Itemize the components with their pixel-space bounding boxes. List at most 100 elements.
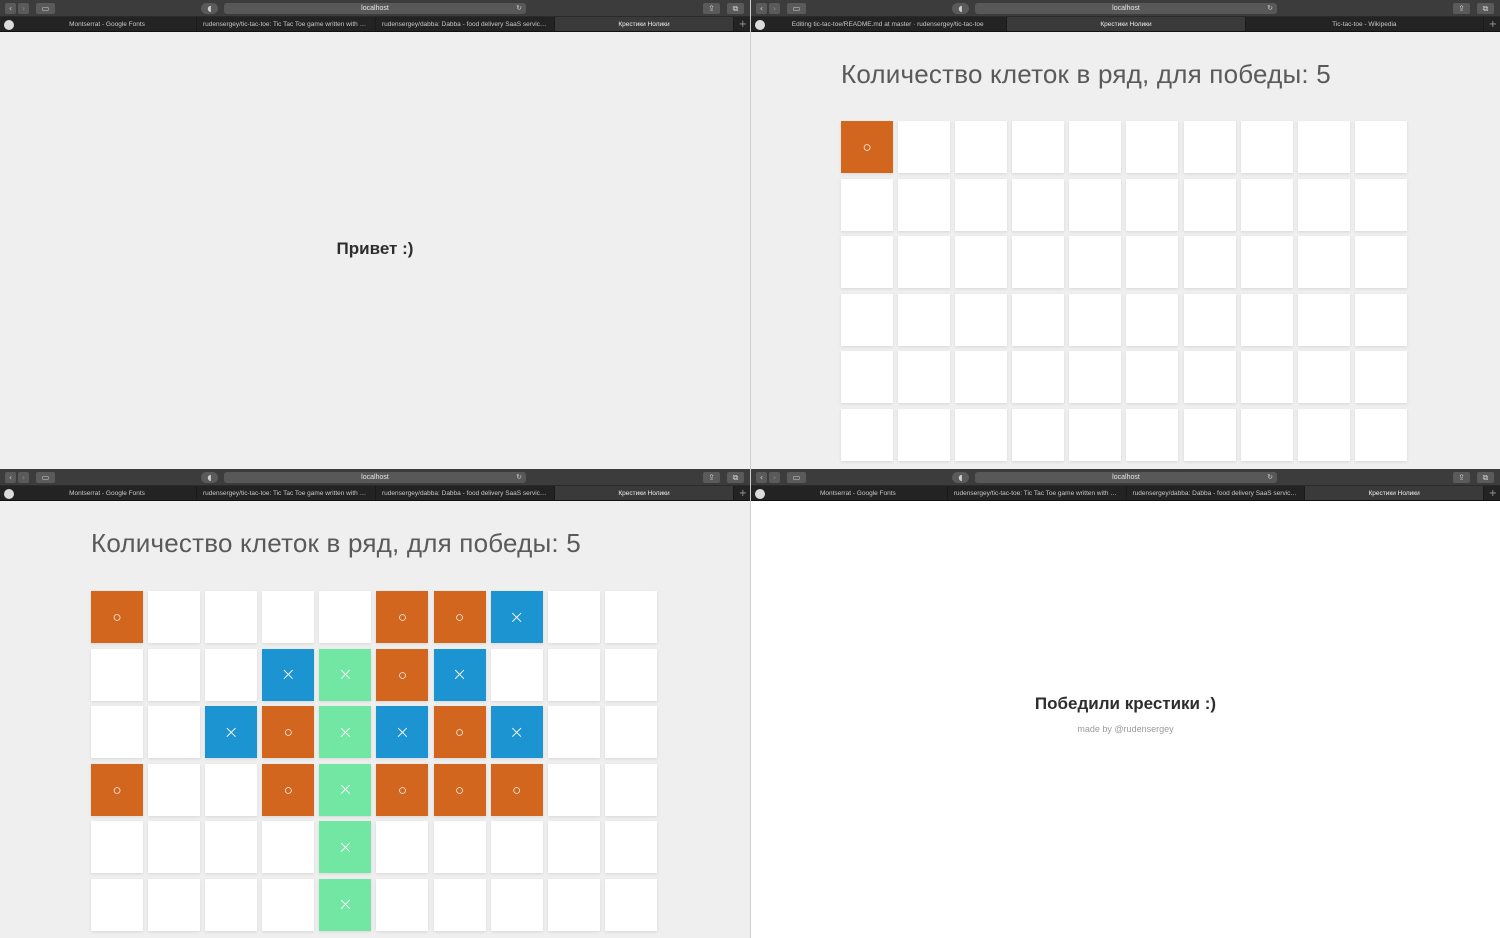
address-bar[interactable]: localhost ↻ bbox=[975, 472, 1277, 483]
board-cell[interactable]: × bbox=[319, 763, 372, 816]
sidebar-icon[interactable]: ▭ bbox=[36, 472, 55, 483]
board-cell[interactable] bbox=[91, 706, 143, 758]
board-cell[interactable] bbox=[841, 351, 893, 403]
board-cell[interactable]: × bbox=[262, 648, 315, 701]
board-cell[interactable] bbox=[1297, 121, 1350, 173]
board-cell[interactable] bbox=[604, 648, 657, 701]
share-icon[interactable]: ⇪ bbox=[703, 3, 720, 14]
privacy-shield-icon[interactable]: ◖ bbox=[952, 3, 969, 14]
browser-tab[interactable]: rudensergey/dabba: Dabba - food delivery… bbox=[1127, 486, 1306, 500]
board-cell[interactable] bbox=[490, 821, 543, 873]
browser-tab[interactable]: rudensergey/tic-tac-toe: Tic Tac Toe gam… bbox=[197, 486, 376, 500]
new-tab-icon[interactable]: + bbox=[739, 17, 747, 32]
board-cell[interactable] bbox=[1240, 121, 1293, 173]
back-icon[interactable]: ‹ bbox=[5, 472, 16, 483]
browser-tab[interactable]: Montserrat - Google Fonts bbox=[18, 486, 197, 500]
back-icon[interactable]: ‹ bbox=[5, 3, 16, 14]
board-cell[interactable] bbox=[547, 706, 600, 758]
board-cell[interactable] bbox=[955, 121, 1008, 173]
board-cell[interactable]: ○ bbox=[91, 763, 143, 816]
reload-icon[interactable]: ↻ bbox=[516, 3, 522, 14]
board-cell[interactable] bbox=[1069, 121, 1122, 173]
board-cell[interactable]: ○ bbox=[262, 706, 315, 758]
privacy-shield-icon[interactable]: ◖ bbox=[201, 472, 218, 483]
board-cell[interactable] bbox=[1297, 408, 1350, 461]
board-cell[interactable] bbox=[547, 648, 600, 701]
board-cell[interactable] bbox=[1240, 293, 1293, 346]
browser-tab[interactable]: rudensergey/dabba: Dabba - food delivery… bbox=[376, 486, 555, 500]
board-cell[interactable] bbox=[1126, 293, 1179, 346]
board-cell[interactable]: ○ bbox=[841, 121, 893, 173]
board-cell[interactable] bbox=[898, 408, 951, 461]
privacy-shield-icon[interactable]: ◖ bbox=[201, 3, 218, 14]
board-cell[interactable] bbox=[547, 591, 600, 643]
board-cell[interactable] bbox=[1012, 351, 1065, 403]
board-cell[interactable] bbox=[490, 648, 543, 701]
forward-icon[interactable]: › bbox=[769, 3, 780, 14]
board-cell[interactable] bbox=[1069, 351, 1122, 403]
board-cell[interactable]: ○ bbox=[433, 591, 486, 643]
board-cell[interactable] bbox=[898, 351, 951, 403]
board-cell[interactable] bbox=[91, 648, 143, 701]
board-cell[interactable]: × bbox=[319, 821, 372, 873]
board-cell[interactable] bbox=[1183, 121, 1236, 173]
address-bar[interactable]: localhost ↻ bbox=[224, 472, 526, 483]
board-cell[interactable] bbox=[205, 878, 258, 931]
back-icon[interactable]: ‹ bbox=[756, 472, 767, 483]
board-cell[interactable]: × bbox=[319, 878, 372, 931]
board-cell[interactable] bbox=[955, 178, 1008, 231]
board-cell[interactable] bbox=[148, 763, 201, 816]
board-cell[interactable] bbox=[1240, 408, 1293, 461]
board-cell[interactable]: ○ bbox=[376, 648, 429, 701]
board-cell[interactable] bbox=[1126, 408, 1179, 461]
forward-icon[interactable]: › bbox=[769, 472, 780, 483]
board-cell[interactable]: × bbox=[490, 591, 543, 643]
board-cell[interactable] bbox=[841, 408, 893, 461]
back-icon[interactable]: ‹ bbox=[756, 3, 767, 14]
board-cell[interactable] bbox=[1183, 236, 1236, 288]
board-cell[interactable] bbox=[1354, 351, 1407, 403]
board-cell[interactable] bbox=[604, 878, 657, 931]
reload-icon[interactable]: ↻ bbox=[516, 472, 522, 483]
board-cell[interactable] bbox=[1069, 178, 1122, 231]
board-cell[interactable] bbox=[1126, 236, 1179, 288]
board-cell[interactable] bbox=[604, 706, 657, 758]
board-cell[interactable] bbox=[433, 878, 486, 931]
board-cell[interactable]: ○ bbox=[91, 591, 143, 643]
board-cell[interactable] bbox=[841, 236, 893, 288]
board-cell[interactable]: × bbox=[490, 706, 543, 758]
board-cell[interactable] bbox=[955, 351, 1008, 403]
reload-icon[interactable]: ↻ bbox=[1267, 3, 1273, 14]
board-cell[interactable] bbox=[148, 878, 201, 931]
browser-tab[interactable]: Editing tic-tac-toe/README.md at master … bbox=[769, 17, 1008, 31]
board-cell[interactable] bbox=[547, 763, 600, 816]
board-cell[interactable] bbox=[205, 763, 258, 816]
board-cell[interactable]: × bbox=[376, 706, 429, 758]
board-cell[interactable] bbox=[1240, 178, 1293, 231]
board-cell[interactable] bbox=[1183, 178, 1236, 231]
board-cell[interactable] bbox=[1297, 351, 1350, 403]
board-cell[interactable] bbox=[1240, 236, 1293, 288]
board-cell[interactable] bbox=[1354, 293, 1407, 346]
board-cell[interactable] bbox=[1354, 236, 1407, 288]
board-cell[interactable] bbox=[490, 878, 543, 931]
board-cell[interactable] bbox=[1354, 121, 1407, 173]
board-cell[interactable] bbox=[205, 648, 258, 701]
board-cell[interactable] bbox=[148, 706, 201, 758]
board-cell[interactable] bbox=[1012, 121, 1065, 173]
board-cell[interactable] bbox=[1012, 178, 1065, 231]
board-cell[interactable]: ○ bbox=[433, 763, 486, 816]
board-cell[interactable] bbox=[262, 821, 315, 873]
board-cell[interactable] bbox=[1297, 236, 1350, 288]
tab-overview-icon[interactable]: ⧉ bbox=[1477, 3, 1494, 14]
address-bar[interactable]: localhost ↻ bbox=[975, 3, 1277, 14]
board-cell[interactable] bbox=[547, 878, 600, 931]
board-cell[interactable]: ○ bbox=[490, 763, 543, 816]
browser-tab[interactable]: rudensergey/tic-tac-toe: Tic Tac Toe gam… bbox=[197, 17, 376, 31]
reload-icon[interactable]: ↻ bbox=[1267, 472, 1273, 483]
tab-overview-icon[interactable]: ⧉ bbox=[727, 3, 744, 14]
board-cell[interactable] bbox=[955, 293, 1008, 346]
new-tab-icon[interactable]: + bbox=[1489, 17, 1497, 32]
board-cell[interactable] bbox=[319, 591, 372, 643]
board-cell[interactable] bbox=[898, 236, 951, 288]
